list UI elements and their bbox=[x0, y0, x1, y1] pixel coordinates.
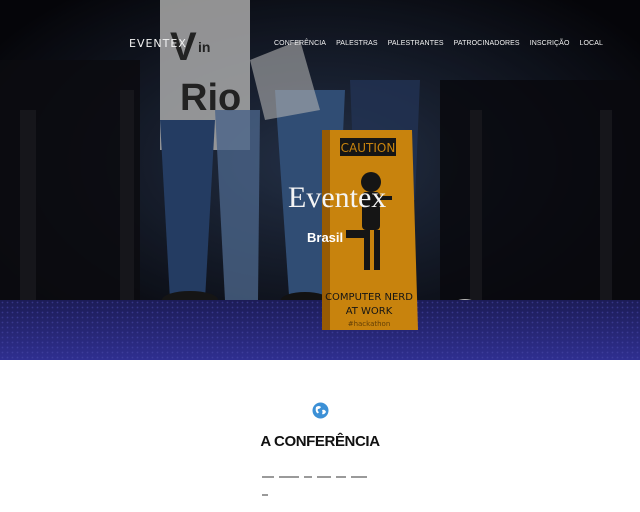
section-title: A CONFERÊNCIA bbox=[260, 433, 380, 450]
nav-item-palestrantes[interactable]: PALESTRANTES bbox=[388, 40, 444, 47]
nav-menu: CONFERÊNCIA PALESTRAS PALESTRANTES PATRO… bbox=[274, 40, 603, 47]
hero-title: Eventex bbox=[288, 181, 387, 214]
section-text-preview bbox=[262, 476, 378, 496]
nav-item-patrocinadores[interactable]: PATROCINADORES bbox=[454, 40, 520, 47]
nav-item-conferencia[interactable]: CONFERÊNCIA bbox=[274, 40, 326, 47]
hero-banner: V in Rio CAUTION COMPUTER NERD AT WORK #… bbox=[0, 0, 640, 360]
top-navbar: EVENTEX CONFERÊNCIA PALESTRAS PALESTRANT… bbox=[0, 0, 640, 90]
nav-item-palestras[interactable]: PALESTRAS bbox=[336, 40, 378, 47]
globe-icon bbox=[312, 402, 329, 419]
conference-section bbox=[0, 360, 640, 480]
nav-item-inscricao[interactable]: INSCRIÇÃO bbox=[530, 40, 570, 47]
brand-logo[interactable]: EVENTEX bbox=[129, 37, 187, 50]
hero-subtitle: Brasil bbox=[307, 230, 344, 245]
nav-item-local[interactable]: LOCAL bbox=[580, 40, 603, 47]
